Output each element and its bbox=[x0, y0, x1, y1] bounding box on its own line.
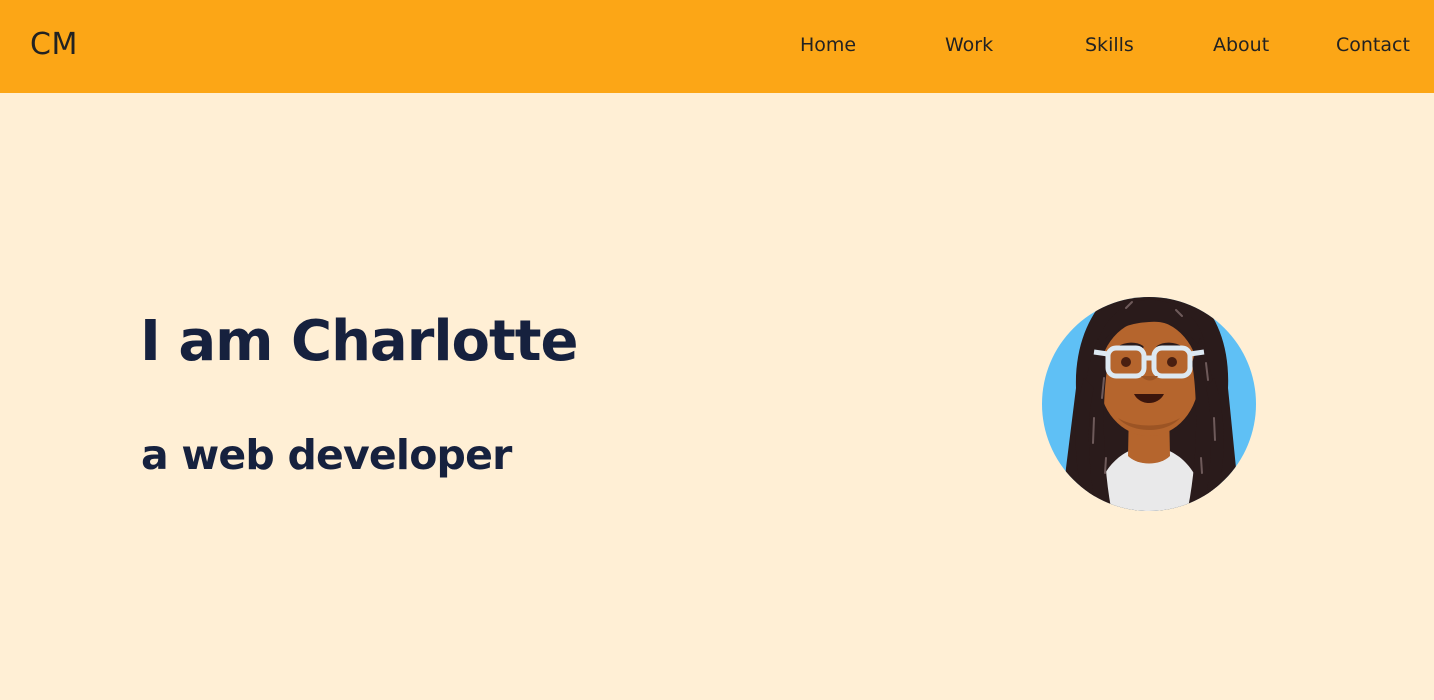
site-logo[interactable]: CM bbox=[30, 26, 78, 64]
nav-link-skills[interactable]: Skills bbox=[1085, 33, 1134, 57]
nav-link-work[interactable]: Work bbox=[945, 33, 993, 57]
nav-link-about[interactable]: About bbox=[1213, 33, 1269, 57]
top-header: CM Home Work Skills About Contact bbox=[0, 0, 1434, 93]
nav-link-contact[interactable]: Contact bbox=[1336, 33, 1410, 57]
hero-subtitle: a web developer bbox=[141, 431, 512, 479]
nav-link-home[interactable]: Home bbox=[800, 33, 856, 57]
avatar bbox=[1042, 297, 1256, 511]
hero-title: I am Charlotte bbox=[140, 309, 579, 374]
